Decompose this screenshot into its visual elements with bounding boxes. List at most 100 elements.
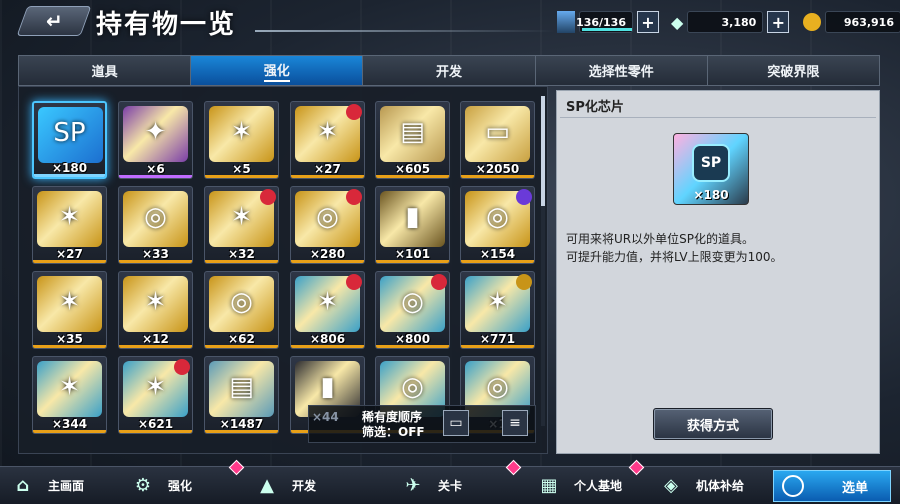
scrollbar-thumb[interactable] (541, 96, 545, 206)
nav-enhance[interactable]: ⚙ 强化 (126, 468, 192, 502)
item-count: ×605 (394, 162, 431, 176)
detail-description: 可用来将UR以外单位SP化的道具。 可提升能力值，并将LV上限变更为100。 (566, 230, 782, 266)
item-cell[interactable]: ▤ ×605 (375, 101, 450, 179)
item-cell[interactable]: ✶ ×32 (204, 186, 279, 264)
coin-display: 963,916 (803, 10, 900, 34)
item-icon: ◎ (401, 372, 424, 402)
item-cell[interactable]: ◎ ×280 (290, 186, 365, 264)
item-count: ×27 (56, 247, 83, 261)
page-title: 持有物一览 (96, 10, 237, 40)
tab-optional-parts[interactable]: 选择性零件 (536, 56, 708, 85)
item-icon: ▤ (229, 372, 254, 402)
tab-enhance[interactable]: 强化 (191, 56, 364, 85)
item-badge-icon (260, 189, 276, 205)
stage-icon: ✈ (405, 474, 421, 496)
item-count: ×35 (56, 332, 83, 346)
item-badge-icon (346, 189, 362, 205)
back-button[interactable]: ↵ (16, 6, 92, 36)
item-icon: ✶ (316, 287, 339, 317)
item-icon: ✶ (58, 202, 81, 232)
detail-item-image: SP ×180 (673, 133, 749, 205)
nav-develop[interactable]: ▲ 开发 (250, 468, 316, 502)
filter-button[interactable]: ▭ (443, 410, 469, 436)
rarity-bar (205, 430, 278, 433)
item-cell[interactable]: ✶ ×621 (118, 356, 193, 434)
rarity-bar (119, 175, 192, 178)
rarity-bar (461, 260, 534, 263)
rarity-bar (33, 430, 106, 433)
item-cell[interactable]: ✶ ×806 (290, 271, 365, 349)
item-cell[interactable]: ✦ ×6 (118, 101, 193, 179)
tab-items[interactable]: 道具 (19, 56, 192, 85)
item-icon: ✶ (58, 372, 81, 402)
rarity-bar (205, 345, 278, 348)
rarity-bar (33, 345, 106, 348)
title-divider (255, 30, 555, 32)
item-cell[interactable]: ✶ ×12 (118, 271, 193, 349)
sort-button[interactable]: ≡ (502, 410, 528, 436)
item-icon: ◎ (401, 287, 424, 317)
desc-line-2: 可提升能力值，并将LV上限变更为100。 (566, 250, 783, 264)
item-cell[interactable]: ▤ ×1487 (204, 356, 279, 434)
hidden-item-count: ×44 (312, 410, 339, 424)
enhance-icon: ⚙ (134, 474, 152, 496)
item-cell[interactable]: ▮ ×101 (375, 186, 450, 264)
tab-limit-break[interactable]: 突破界限 (708, 56, 879, 85)
item-count: ×101 (394, 247, 431, 261)
item-badge-icon (431, 274, 447, 290)
item-badge-icon (516, 189, 532, 205)
item-cell[interactable]: ◎ ×154 (460, 186, 535, 264)
item-count: ×1487 (219, 417, 264, 431)
coin-icon (803, 13, 821, 31)
item-cell[interactable]: ✶ ×771 (460, 271, 535, 349)
item-count: ×32 (228, 247, 255, 261)
rarity-bar (119, 345, 192, 348)
home-icon: ⌂ (16, 474, 30, 496)
item-icon: ◎ (486, 202, 509, 232)
rarity-bar (291, 345, 364, 348)
item-icon: ◎ (486, 372, 509, 402)
rarity-bar (376, 345, 449, 348)
menu-button[interactable]: 选单 (773, 470, 891, 502)
item-cell[interactable]: ✶ ×27 (32, 186, 107, 264)
stamina-plus-button[interactable]: + (637, 11, 659, 33)
item-cell[interactable]: ◎ ×800 (375, 271, 450, 349)
item-icon: ✶ (58, 287, 81, 317)
nav-home[interactable]: ⌂ 主画面 (6, 468, 84, 502)
supply-icon: ◈ (664, 474, 678, 496)
item-count: ×6 (146, 162, 165, 176)
item-count: ×621 (137, 417, 174, 431)
rarity-bar (461, 175, 534, 178)
rarity-bar (376, 260, 449, 263)
item-cell[interactable]: ◎ ×62 (204, 271, 279, 349)
item-cell[interactable]: ✶ ×35 (32, 271, 107, 349)
rarity-bar (291, 260, 364, 263)
obtain-method-button[interactable]: 获得方式 (653, 408, 773, 440)
sort-icon: ≡ (509, 415, 521, 431)
item-icon: ▮ (320, 372, 335, 402)
item-icon: ✶ (486, 287, 509, 317)
item-cell[interactable]: ✶ ×5 (204, 101, 279, 179)
item-cell[interactable]: SP ×180 (32, 101, 107, 179)
item-icon: ▭ (485, 117, 510, 147)
filter-icon: ▭ (449, 415, 463, 431)
item-icon: ✶ (230, 117, 253, 147)
nav-stages[interactable]: ✈ 关卡 (396, 468, 462, 502)
item-icon: SP (53, 118, 86, 148)
globe-icon (782, 475, 804, 497)
header: ↵ 持有物一览 136/136 + ◆ 3,180 + 963,916 (0, 0, 900, 48)
back-arrow-icon: ↵ (45, 9, 63, 33)
gem-plus-button[interactable]: + (767, 11, 790, 33)
rarity-bar (119, 430, 192, 433)
nav-supply[interactable]: ◈ 机体补给 (654, 468, 744, 502)
item-count: ×5 (232, 162, 251, 176)
detail-divider (560, 117, 876, 118)
item-cell[interactable]: ◎ ×33 (118, 186, 193, 264)
item-cell[interactable]: ✶ ×344 (32, 356, 107, 434)
tab-develop[interactable]: 开发 (363, 56, 536, 85)
sp-chip-icon: SP (692, 144, 730, 182)
item-cell[interactable]: ✶ ×27 (290, 101, 365, 179)
rarity-bar (291, 175, 364, 178)
item-cell[interactable]: ▭ ×2050 (460, 101, 535, 179)
nav-base[interactable]: ▦ 个人基地 (532, 468, 622, 502)
